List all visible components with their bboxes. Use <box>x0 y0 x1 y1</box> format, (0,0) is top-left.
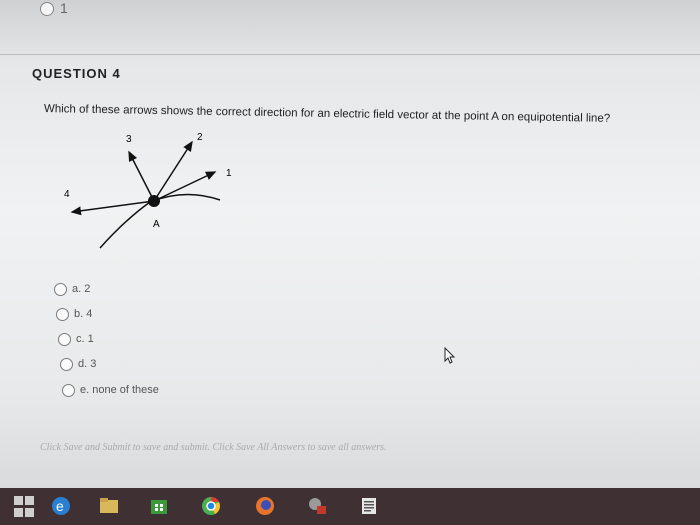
previous-option-label: 1 <box>60 0 68 16</box>
file-explorer-icon[interactable] <box>96 493 122 519</box>
equipotential-line <box>99 193 221 249</box>
option-d-label: d. 3 <box>78 358 97 370</box>
arrow-2-label: 2 <box>197 132 203 143</box>
arrow-1-label: 1 <box>226 168 232 179</box>
windows-start-icon[interactable] <box>10 493 36 519</box>
previous-option[interactable]: 1 <box>40 0 68 17</box>
point-a-dot <box>148 195 160 207</box>
question-divider <box>0 54 700 55</box>
option-b-radio[interactable] <box>56 307 69 321</box>
option-c[interactable]: c. 1 <box>58 330 94 348</box>
store-icon[interactable] <box>146 493 172 519</box>
point-a-label: A <box>153 219 160 230</box>
option-a-label: a. 2 <box>72 283 91 295</box>
arrow-4 <box>70 200 155 216</box>
arrow-4-label: 4 <box>64 189 70 200</box>
option-e-radio[interactable] <box>62 383 75 397</box>
app-icon[interactable] <box>304 493 330 519</box>
option-e-label: e. none of these <box>80 384 159 396</box>
arrow-3-label: 3 <box>126 134 132 145</box>
option-a[interactable]: a. 2 <box>54 280 90 298</box>
option-e[interactable]: e. none of these <box>62 381 159 399</box>
firefox-icon[interactable] <box>252 493 278 519</box>
question-title: QUESTION 4 <box>32 66 121 81</box>
notes-icon[interactable] <box>356 493 382 519</box>
previous-option-radio[interactable] <box>40 2 54 17</box>
arrow-3 <box>128 150 155 202</box>
mouse-pointer-icon <box>444 347 456 364</box>
option-d[interactable]: d. 3 <box>60 355 96 373</box>
svg-text:e: e <box>56 498 64 514</box>
option-b-label: b. 4 <box>74 308 93 320</box>
option-d-radio[interactable] <box>60 357 73 371</box>
field-diagram: 1 2 3 4 A <box>64 132 232 249</box>
taskbar: e <box>0 488 700 525</box>
option-a-radio[interactable] <box>54 282 67 296</box>
option-c-label: c. 1 <box>76 333 94 345</box>
option-b[interactable]: b. 4 <box>56 305 92 323</box>
chrome-icon[interactable] <box>198 493 224 519</box>
submit-instructions: Click Save and Submit to save and submit… <box>40 442 387 453</box>
option-c-radio[interactable] <box>58 332 71 346</box>
edge-icon[interactable]: e <box>48 493 74 519</box>
